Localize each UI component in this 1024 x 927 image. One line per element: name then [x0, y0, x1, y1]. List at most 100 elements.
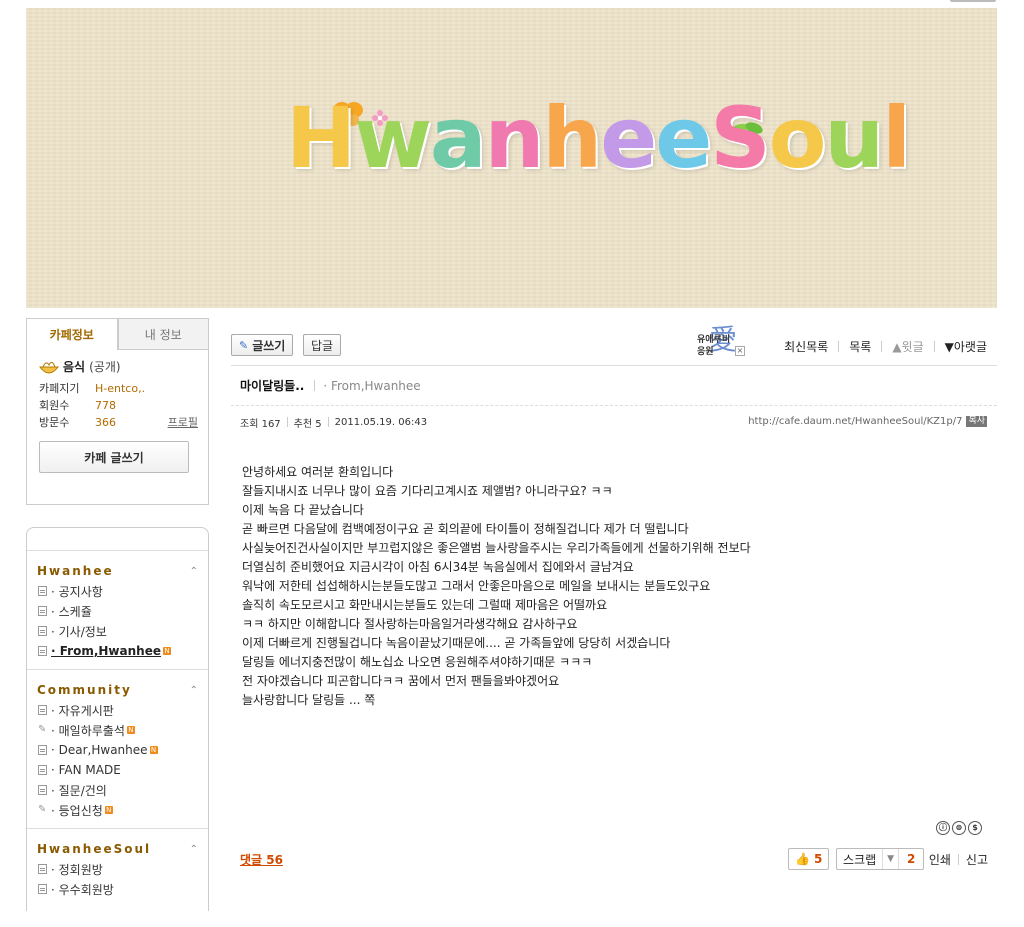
new-badge-icon: N — [126, 726, 135, 734]
menu-item-label: · 등업신청 — [51, 803, 103, 818]
thumbs-up-icon: 👍 — [795, 852, 810, 866]
menu-section-header[interactable]: HwanheeSoul ⌃ — [27, 839, 208, 859]
logo-letter: H — [286, 89, 356, 187]
logo-letter: u — [824, 89, 884, 187]
top-nub — [950, 0, 996, 2]
menu-item[interactable]: · Dear,Hwanhee N — [27, 740, 208, 760]
category-name: 음식 — [63, 360, 86, 374]
write-button-label: 글쓰기 — [252, 338, 286, 353]
post-body-line: 늘사랑합니다 달링들 ... 쪽 — [242, 693, 376, 707]
menu-item[interactable]: · 공지사항 — [27, 581, 208, 601]
post-title-row: 마이달링들.. · From,Hwanhee — [231, 366, 997, 406]
menu-section-title: Community — [37, 683, 132, 697]
sidebar-tabs: 카페정보 내 정보 — [26, 318, 209, 350]
post-views: 조회 167 — [240, 418, 281, 430]
menu-item[interactable]: · 스케쥴 — [27, 601, 208, 621]
menu-item-label: · 자유게시판 — [51, 703, 114, 718]
chevron-up-icon[interactable]: ⌃ — [190, 685, 198, 696]
scrap-button[interactable]: 스크랩 ▼ 2 — [836, 848, 925, 870]
list-link[interactable]: 목록 — [849, 338, 871, 355]
logo-letter: l — [882, 89, 911, 187]
post-url-text[interactable]: http://cafe.daum.net/HwanheeSoul/KZ1p/7 — [748, 416, 962, 427]
profile-link[interactable]: 프로필 — [168, 414, 198, 431]
pencil-icon: ✎ — [38, 724, 47, 735]
list-icon — [38, 884, 47, 894]
post-nav: 최신목록 목록 ▲윗글 ▼아랫글 — [784, 338, 987, 355]
menu-item[interactable]: · FAN MADE — [27, 760, 208, 780]
post-meta: 조회 167 추천 5 2011.05.19. 06:43 http://caf… — [231, 406, 997, 438]
list-icon — [38, 586, 47, 596]
post-body-line: 솔직히 속도모르시고 화만내시는분들도 있는데 그럴때 제마음은 어떨까요 — [242, 598, 608, 612]
tab-cafe-info[interactable]: 카페정보 — [26, 318, 118, 350]
logo-letter: w — [354, 89, 432, 187]
comments-link[interactable]: 댓글 56 — [240, 851, 283, 868]
post-recommend: 추천 5 — [293, 418, 322, 430]
logo-letter: n — [484, 89, 545, 187]
members-value: 778 — [95, 399, 116, 412]
write-button[interactable]: ✎ 글쓰기 — [231, 334, 294, 356]
cafe-category: 음식 (공개) — [39, 358, 198, 375]
cafe-menu: Hwanhee ⌃ · 공지사항 · 스케쥴 · 기사/정보 · From,Hwanhee… — [26, 527, 209, 911]
list-icon — [38, 765, 47, 775]
menu-section-title: HwanheeSoul — [37, 842, 152, 856]
sidebar: 카페정보 내 정보 음식 (공개) 카페지기 H-entco,. 회원수 778… — [26, 318, 209, 911]
logo-letter: h — [542, 89, 602, 187]
reply-button[interactable]: 답글 — [303, 334, 342, 356]
menu-item[interactable]: · 질문/건의 — [27, 780, 208, 800]
chevron-down-icon[interactable]: ▼ — [882, 849, 898, 869]
print-link[interactable]: 인쇄 — [929, 851, 951, 868]
footer-links: 인쇄 신고 — [929, 851, 988, 868]
like-button[interactable]: 👍 5 — [788, 848, 830, 870]
menu-item[interactable]: ✎ · 등업신청 N — [27, 800, 208, 820]
menu-section: Hwanhee ⌃ · 공지사항 · 스케쥴 · 기사/정보 · From,Hwanhee… — [27, 550, 208, 669]
logo-letter: S — [710, 89, 770, 187]
menu-section-title: Hwanhee — [37, 564, 114, 578]
post-body-line: 안녕하세요 여러분 환희입니다 — [242, 465, 394, 479]
menu-item[interactable]: · 자유게시판 — [27, 700, 208, 720]
menu-item[interactable]: ✎ · 매일하루출석 N — [27, 720, 208, 740]
cafe-write-button[interactable]: 카페 글쓰기 — [39, 441, 189, 473]
members-label: 회원수 — [39, 399, 70, 412]
report-link[interactable]: 신고 — [966, 851, 988, 868]
close-icon[interactable]: × — [735, 346, 745, 356]
next-post-link[interactable]: ▼아랫글 — [945, 338, 987, 355]
post-toolbar: ✎ 글쓰기 답글 愛 유애루비 응원 × 최신목록 목록 ▲윗글 ▼아랫글 — [231, 323, 997, 366]
menu-item-label: · 기사/정보 — [51, 624, 107, 639]
recent-list-link[interactable]: 최신목록 — [784, 338, 828, 355]
menu-item-label: · From,Hwanhee — [51, 644, 161, 658]
menu-section-header[interactable]: Hwanhee ⌃ — [27, 561, 208, 581]
menu-item-label: · 매일하루출석 — [51, 723, 125, 738]
post-category[interactable]: · From,Hwanhee — [323, 379, 420, 393]
pencil-icon: ✎ — [239, 338, 249, 352]
menu-section: HwanheeSoul ⌃ · 정회원방 · 우수회원방 — [27, 828, 208, 907]
menu-item-label: · 우수회원방 — [51, 882, 114, 897]
menu-item[interactable]: · 기사/정보 — [27, 621, 208, 641]
cafe-logo[interactable]: HwanheeSoul — [286, 89, 911, 187]
menu-item[interactable]: · 우수회원방 — [27, 879, 208, 899]
ad-badge[interactable]: 愛 유애루비 응원 × — [697, 318, 747, 368]
post-body-line: 이제 녹음 다 끝났습니다 — [242, 503, 364, 517]
chevron-up-icon[interactable]: ⌃ — [190, 844, 198, 855]
list-icon — [38, 705, 47, 715]
menu-item[interactable]: · 정회원방 — [27, 859, 208, 879]
prev-post-link[interactable]: ▲윗글 — [892, 338, 923, 355]
menu-item[interactable]: · From,Hwanhee N — [27, 641, 208, 661]
like-count: 5 — [813, 852, 823, 866]
visitors-value: 366 — [95, 416, 116, 429]
menu-section-header[interactable]: Community ⌃ — [27, 680, 208, 700]
category-visibility: (공개) — [89, 360, 121, 374]
visitors-row: 방문수 366 프로필 — [39, 414, 198, 431]
cafe-info-box: 음식 (공개) 카페지기 H-entco,. 회원수 778 방문수 366 프… — [26, 350, 209, 505]
cc-nd-icon: ⊜ — [952, 821, 966, 835]
cafe-banner: HwanheeSoul — [26, 8, 997, 308]
copy-url-button[interactable]: 복사 — [966, 416, 987, 427]
manager-value[interactable]: H-entco,. — [95, 380, 198, 397]
logo-letter: o — [768, 89, 827, 187]
tab-my-info[interactable]: 내 정보 — [117, 318, 209, 350]
new-badge-icon: N — [104, 806, 113, 814]
list-icon — [38, 626, 47, 636]
post-body-line: 잘들지내시죠 너무나 많이 요즘 기다리고계시죠 제앨범? 아니라구요? ㅋㅋ — [242, 484, 613, 498]
menu-item-label: · 공지사항 — [51, 584, 103, 599]
list-icon — [38, 606, 47, 616]
chevron-up-icon[interactable]: ⌃ — [190, 566, 198, 577]
